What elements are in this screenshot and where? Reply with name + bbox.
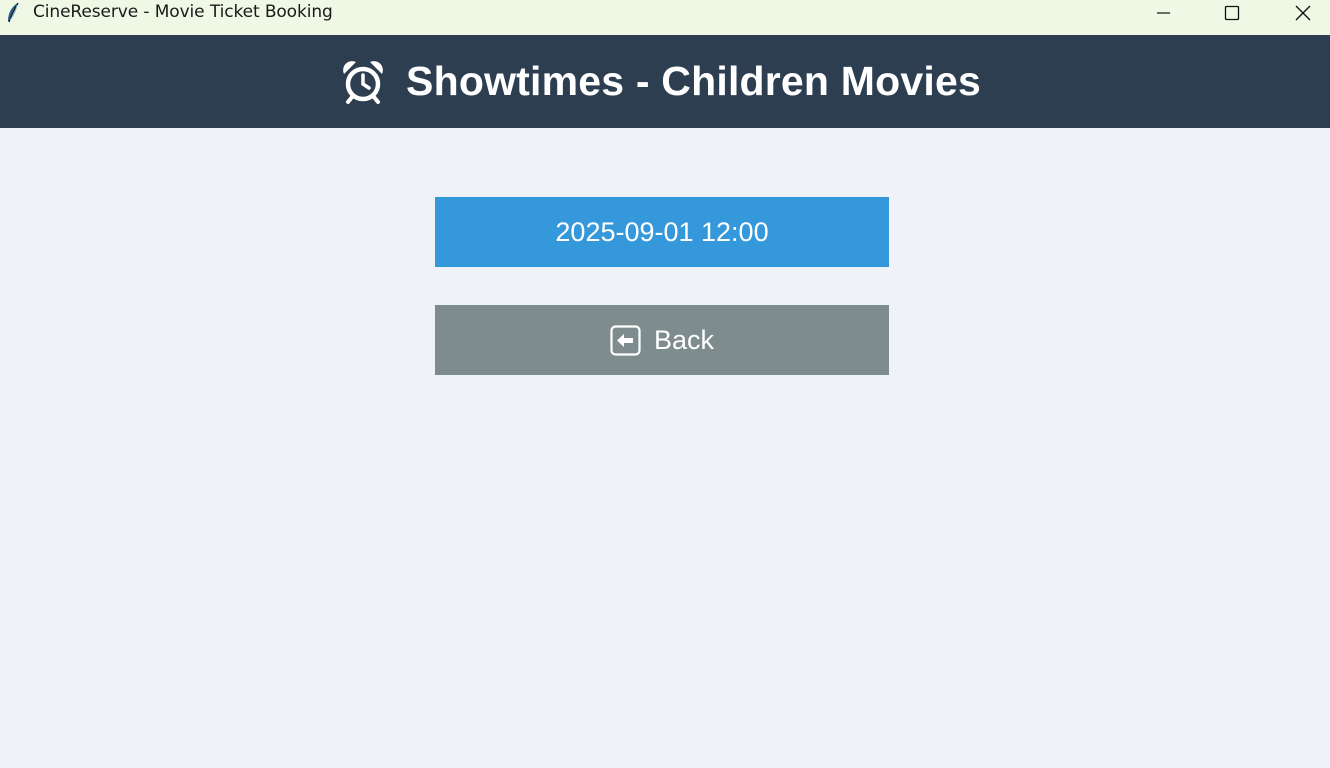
minimize-icon [1157, 11, 1170, 14]
window-title: CineReserve - Movie Ticket Booking [33, 2, 333, 22]
window-titlebar: CineReserve - Movie Ticket Booking [0, 0, 1330, 35]
feather-icon [8, 2, 19, 23]
minimize-button[interactable] [1140, 0, 1186, 25]
showtime-button[interactable]: 2025-09-01 12:00 [435, 197, 889, 267]
back-button-label: Back [653, 324, 715, 355]
maximize-button[interactable] [1209, 0, 1255, 25]
close-icon [1295, 5, 1311, 20]
maximize-icon [1224, 5, 1240, 20]
close-button[interactable] [1280, 0, 1326, 25]
page-title: Showtimes - Children Movies [406, 58, 981, 104]
back-button[interactable]: Back [435, 305, 889, 375]
page-header: Showtimes - Children Movies [0, 35, 1330, 128]
alarm-clock-icon [343, 60, 383, 104]
back-arrow-icon [610, 324, 641, 356]
showtime-button-label: 2025-09-01 12:00 [555, 216, 769, 247]
